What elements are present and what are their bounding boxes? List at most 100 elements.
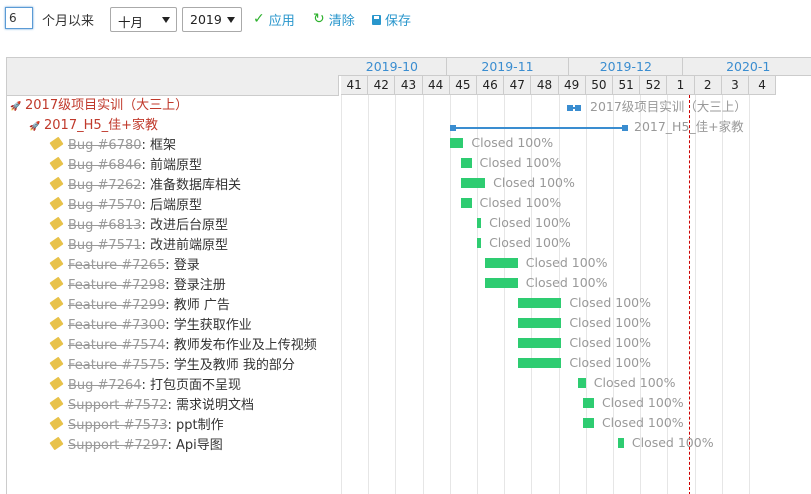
month-select[interactable]: 十月 bbox=[110, 7, 177, 32]
issue-ref-link[interactable]: Feature #7298 bbox=[68, 278, 165, 293]
project-name[interactable]: 2017_H5_佳+家教 bbox=[44, 118, 158, 133]
project-row[interactable]: 🚀 2017_H5_佳+家教 bbox=[29, 116, 158, 136]
year-select-value: 2019 bbox=[190, 12, 222, 27]
month-header: 2020-1 bbox=[683, 58, 811, 76]
issue-status-label: Closed 100% bbox=[479, 195, 562, 210]
issue-separator: : bbox=[165, 358, 174, 373]
issue-subject: 学生获取作业 bbox=[173, 318, 252, 333]
issue-ref-link[interactable]: Support #7572 bbox=[68, 398, 168, 413]
issue-row: Bug #6846: 前端原型 bbox=[49, 156, 202, 176]
issue-separator: : bbox=[141, 218, 151, 233]
issue-row: Bug #7570: 后端原型 bbox=[49, 196, 202, 216]
issue-separator: : bbox=[165, 298, 174, 313]
project-name[interactable]: 2017级项目实训（大三上） bbox=[25, 98, 188, 113]
issue-separator: : bbox=[141, 138, 151, 153]
issue-row: Bug #7571: 改进前端原型 bbox=[49, 236, 228, 256]
issue-row: Bug #6813: 改进后台原型 bbox=[49, 216, 228, 236]
issue-status-label: Closed 100% bbox=[569, 295, 652, 310]
issue-ref-link[interactable]: Feature #7299 bbox=[68, 298, 165, 313]
issue-ref-link[interactable]: Bug #7262 bbox=[68, 178, 142, 193]
issue-subject: 教师 广告 bbox=[173, 298, 230, 313]
apply-button[interactable]: ✓ 应用 bbox=[253, 10, 295, 29]
issue-subject: 学生及教师 我的部分 bbox=[173, 358, 295, 373]
issue-ref-link[interactable]: Bug #6813 bbox=[68, 218, 142, 233]
project-bar-label: 2017级项目实训（大三上） bbox=[590, 99, 747, 114]
issue-tag-icon bbox=[49, 156, 64, 171]
issue-bar bbox=[460, 198, 472, 208]
issue-separator: : bbox=[167, 438, 177, 453]
issue-ref-link[interactable]: Support #7573 bbox=[68, 418, 168, 433]
issue-tag-icon bbox=[49, 196, 64, 211]
issue-separator: : bbox=[141, 198, 151, 213]
week-gridline bbox=[395, 95, 397, 494]
week-header: 52 bbox=[640, 76, 668, 95]
week-header: 41 bbox=[341, 76, 369, 95]
month-header: 2019-11 bbox=[446, 58, 570, 76]
issue-subject: 登录注册 bbox=[173, 278, 226, 293]
year-select[interactable]: 2019 bbox=[182, 7, 242, 32]
project-bar bbox=[453, 127, 625, 129]
week-header: 46 bbox=[477, 76, 505, 95]
issue-ref-link[interactable]: Bug #7571 bbox=[68, 238, 142, 253]
months-input[interactable] bbox=[5, 7, 33, 29]
issue-subject: 准备数据库相关 bbox=[150, 178, 242, 193]
save-icon bbox=[372, 14, 381, 25]
clear-button[interactable]: ↻ 清除 bbox=[313, 10, 355, 29]
month-header: 2019-10 bbox=[338, 58, 447, 76]
issue-ref-link[interactable]: Bug #7264 bbox=[68, 378, 142, 393]
issue-tag-icon bbox=[49, 416, 64, 431]
issue-subject: 打包页面不呈现 bbox=[150, 378, 242, 393]
issue-ref-link[interactable]: Bug #6846 bbox=[68, 158, 142, 173]
issue-ref-link[interactable]: Feature #7574 bbox=[68, 338, 165, 353]
week-header: 4 bbox=[749, 76, 777, 95]
refresh-icon: ↻ bbox=[313, 11, 325, 27]
issue-row: Feature #7300: 学生获取作业 bbox=[49, 316, 252, 336]
issue-bar bbox=[583, 418, 594, 428]
issue-separator: : bbox=[165, 278, 174, 293]
months-label: 个月以来 bbox=[42, 14, 95, 29]
issue-row: Bug #6780: 框架 bbox=[49, 136, 176, 156]
issue-ref-link[interactable]: Support #7297 bbox=[68, 438, 168, 453]
issue-row: Feature #7574: 教师发布作业及上传视频 bbox=[49, 336, 317, 356]
issue-tag-icon bbox=[49, 396, 64, 411]
week-gridline bbox=[422, 95, 424, 494]
issue-row: Feature #7298: 登录注册 bbox=[49, 276, 226, 296]
issue-bar bbox=[517, 338, 562, 348]
issue-bar bbox=[577, 378, 586, 388]
week-header: 44 bbox=[422, 76, 450, 95]
week-header: 1 bbox=[667, 76, 695, 95]
save-button[interactable]: 保存 bbox=[372, 10, 411, 29]
chevron-down-icon bbox=[227, 17, 235, 23]
clear-label: 清除 bbox=[328, 14, 355, 29]
week-gridline bbox=[341, 95, 342, 494]
save-label: 保存 bbox=[385, 14, 412, 29]
issue-ref-link[interactable]: Bug #6780 bbox=[68, 138, 142, 153]
issue-ref-link[interactable]: Feature #7300 bbox=[68, 318, 165, 333]
subjects-header bbox=[7, 58, 339, 96]
issue-status-label: Closed 100% bbox=[569, 355, 652, 370]
issue-bar bbox=[477, 218, 482, 228]
issue-bar bbox=[460, 178, 486, 188]
week-header: 2 bbox=[694, 76, 722, 95]
issue-ref-link[interactable]: Bug #7570 bbox=[68, 198, 142, 213]
issue-ref-link[interactable]: Feature #7265 bbox=[68, 258, 165, 273]
issue-status-label: Closed 100% bbox=[569, 315, 652, 330]
issue-subject: ppt制作 bbox=[176, 418, 224, 433]
issue-row: Support #7297: Api导图 bbox=[49, 436, 223, 456]
issue-status-label: Closed 100% bbox=[489, 235, 571, 250]
issue-separator: : bbox=[167, 418, 177, 433]
week-header: 45 bbox=[449, 76, 477, 95]
check-icon: ✓ bbox=[253, 11, 265, 27]
week-header: 42 bbox=[368, 76, 396, 95]
chevron-down-icon bbox=[162, 17, 170, 23]
issue-separator: : bbox=[165, 338, 174, 353]
issue-ref-link[interactable]: Feature #7575 bbox=[68, 358, 165, 373]
issue-row: Support #7573: ppt制作 bbox=[49, 416, 224, 436]
issue-status-label: Closed 100% bbox=[525, 255, 608, 270]
issue-bar bbox=[618, 438, 624, 448]
issue-status-label: Closed 100% bbox=[525, 275, 608, 290]
gantt-toolbar: 个月以来 十月 2019 ✓应用 ↻清除 保存 bbox=[0, 0, 811, 40]
issue-tag-icon bbox=[49, 256, 64, 271]
month-select-value: 十月 bbox=[118, 15, 144, 30]
project-row[interactable]: 🚀 2017级项目实训（大三上） bbox=[10, 96, 188, 116]
